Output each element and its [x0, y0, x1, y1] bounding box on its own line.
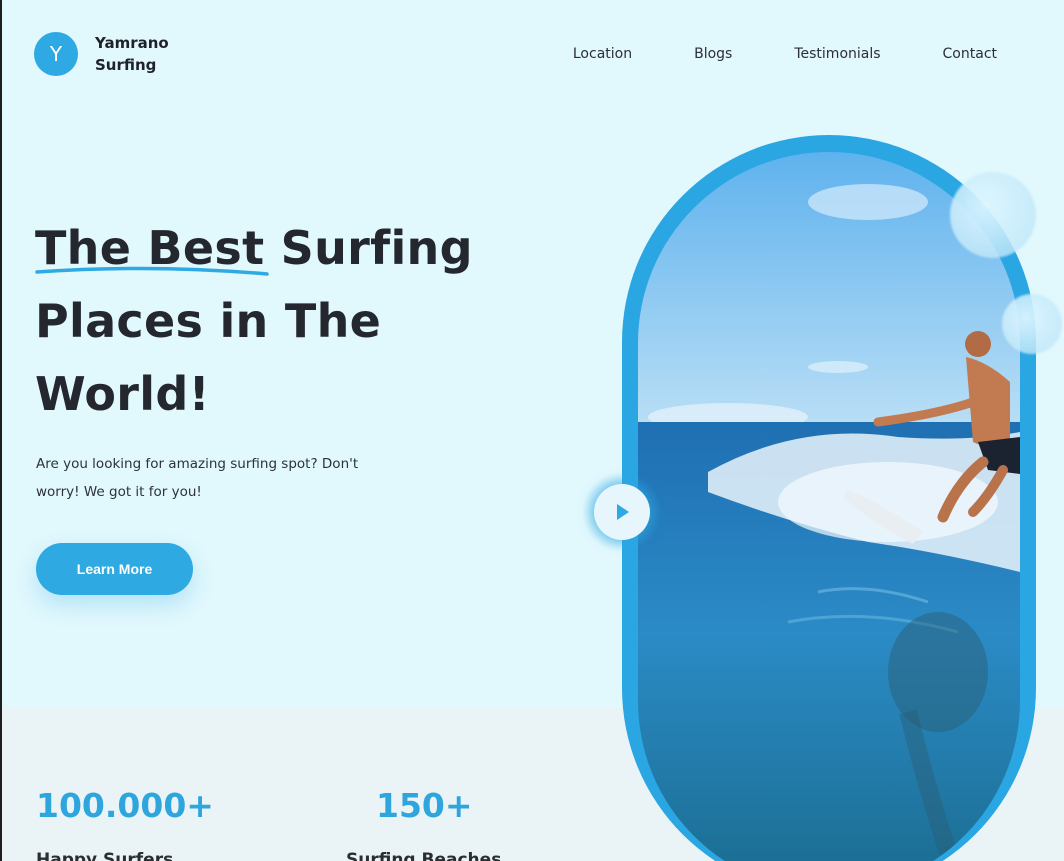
- hero-image: [638, 152, 1020, 861]
- decorative-bubble: [950, 172, 1036, 258]
- logo-badge: Y: [34, 32, 78, 76]
- surfer-photo-illustration: [638, 152, 1020, 861]
- title-underline-decoration: [35, 266, 269, 276]
- nav-item-contact[interactable]: Contact: [943, 44, 997, 64]
- brand-logo[interactable]: Y Yamrano Surfing: [34, 32, 185, 76]
- stat-label-surfers: Happy Surfers: [36, 850, 174, 861]
- decorative-bubble: [1002, 294, 1062, 354]
- play-button-inner: [594, 484, 650, 540]
- stat-label-beaches: Surfing Beaches: [346, 850, 502, 861]
- nav-item-location[interactable]: Location: [573, 44, 632, 64]
- hero-description: Are you looking for amazing surfing spot…: [36, 456, 359, 500]
- stat-value-beaches: 150+: [376, 786, 473, 825]
- main-nav: Location Blogs Testimonials Contact: [573, 44, 997, 64]
- nav-item-blogs[interactable]: Blogs: [694, 44, 732, 64]
- play-video-button[interactable]: [582, 472, 662, 552]
- brand-name: Yamrano Surfing: [95, 34, 169, 74]
- hero-title: The Best Surfing Places in The World!: [35, 221, 473, 421]
- stat-value-surfers: 100.000+: [36, 786, 214, 825]
- nav-item-testimonials[interactable]: Testimonials: [794, 44, 880, 64]
- learn-more-button[interactable]: Learn More: [36, 543, 193, 595]
- play-icon: [617, 504, 629, 520]
